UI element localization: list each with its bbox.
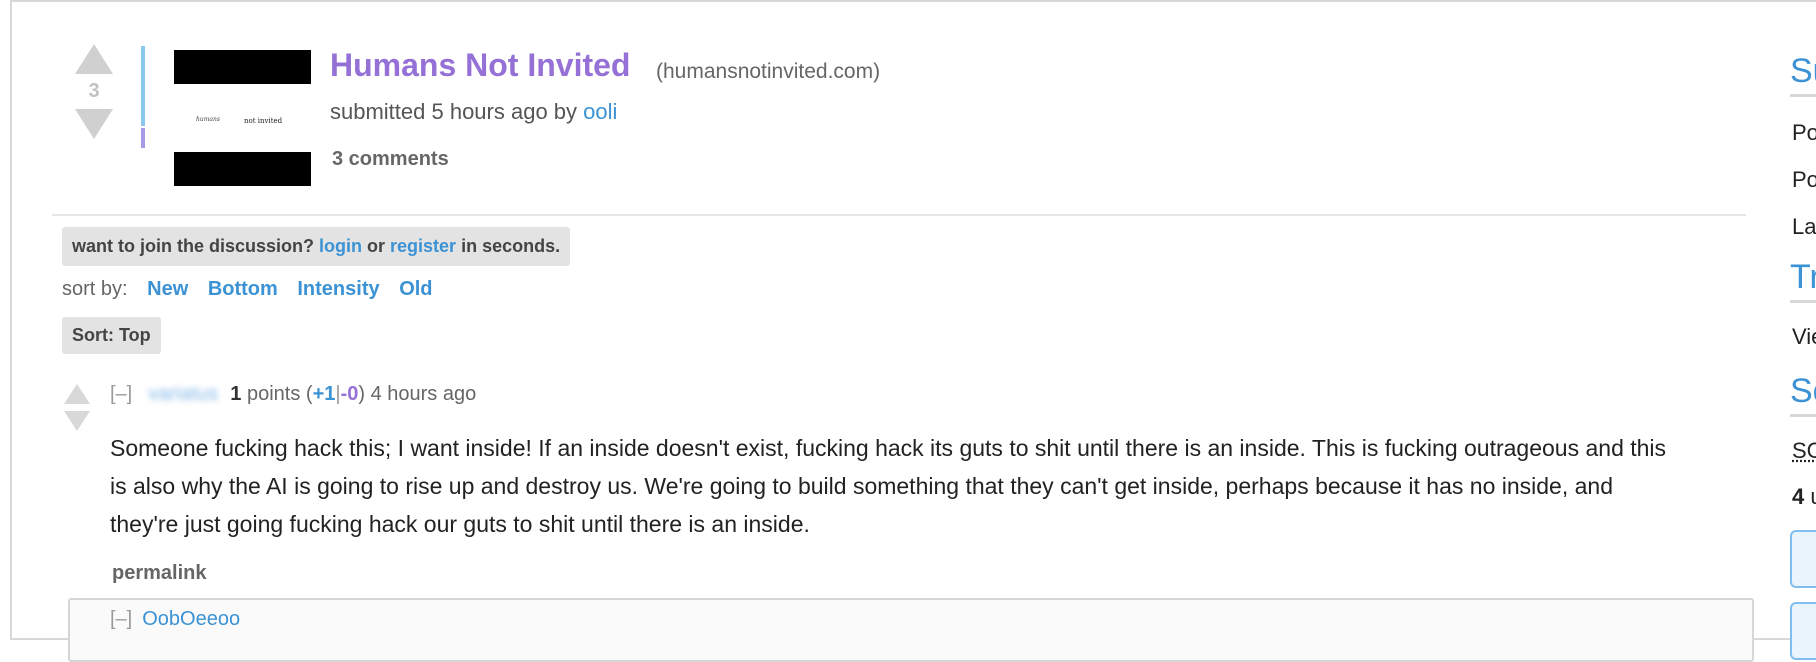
comment-time: ) 4 hours ago bbox=[358, 383, 477, 405]
post-thumbnail[interactable]: humans not invited bbox=[174, 50, 311, 186]
downvote-count: -0 bbox=[340, 383, 359, 405]
register-link[interactable]: register bbox=[390, 236, 456, 256]
join-prefix: want to join the discussion? bbox=[72, 236, 320, 256]
sidebar-heading-1: Su bbox=[1790, 52, 1816, 90]
permalink-link[interactable]: permalink bbox=[112, 562, 206, 585]
join-suffix: in seconds. bbox=[456, 236, 561, 256]
join-discussion-banner: want to join the discussion? login or re… bbox=[62, 227, 571, 266]
sidebar-heading-underline bbox=[1790, 94, 1816, 97]
comment-downvote-icon[interactable] bbox=[64, 411, 90, 431]
post-score: 3 bbox=[88, 80, 100, 102]
sort-by-menu: sort by: New Bottom Intensity Old bbox=[62, 278, 433, 301]
thumbnail-text-not-invited: not invited bbox=[244, 117, 283, 125]
sidebar-heading-2: Tr bbox=[1790, 258, 1816, 296]
child-collapse-toggle[interactable]: [–] bbox=[110, 608, 132, 630]
comment-points: 1 bbox=[230, 383, 242, 405]
sidebar-line-2: Po bbox=[1792, 167, 1816, 192]
post-domain[interactable]: (humansnotinvited.com) bbox=[656, 60, 880, 84]
upvote-icon[interactable] bbox=[75, 44, 113, 74]
post-accent-bar-secondary bbox=[141, 128, 145, 148]
sidebar-line-6: 4 u bbox=[1792, 484, 1816, 510]
sidebar-line-5[interactable]: SC bbox=[1792, 438, 1816, 464]
join-or: or bbox=[362, 236, 391, 256]
collapse-toggle[interactable]: [–] bbox=[110, 383, 132, 405]
thumbnail-image: humans not invited bbox=[174, 84, 311, 152]
comments-link[interactable]: 3 comments bbox=[332, 148, 449, 171]
post-accent-bar bbox=[141, 46, 145, 126]
sidebar-line-4: Vie bbox=[1792, 324, 1816, 349]
sort-option-new[interactable]: New bbox=[147, 278, 188, 300]
sort-option-old[interactable]: Old bbox=[399, 278, 432, 300]
tagline-text: submitted 5 hours ago by bbox=[330, 99, 584, 124]
sidebar-line-3: La bbox=[1792, 214, 1816, 239]
sort-option-intensity[interactable]: Intensity bbox=[297, 278, 379, 300]
comment-header: [–] variatus 1 points (+1|-0) 4 hours ago bbox=[110, 383, 476, 406]
sidebar-heading-3: So bbox=[1790, 372, 1816, 410]
comment-upvote-icon[interactable] bbox=[64, 384, 90, 404]
points-label: points ( bbox=[241, 383, 313, 405]
child-comment-author-link[interactable]: OobOeeoo bbox=[142, 608, 240, 630]
upvote-count: +1 bbox=[312, 383, 336, 405]
child-comment: [–] OobOeeoo bbox=[68, 598, 1754, 662]
thumbnail-letterbox-top bbox=[174, 50, 311, 84]
thumbnail-text-humans: humans bbox=[196, 116, 220, 123]
sidebar-line-1: Po bbox=[1792, 120, 1816, 145]
sort-option-bottom[interactable]: Bottom bbox=[208, 278, 278, 300]
sidebar-count: 4 bbox=[1792, 484, 1805, 509]
post-author-link[interactable]: ooli bbox=[583, 99, 617, 124]
thumbnail-letterbox-bottom bbox=[174, 152, 311, 186]
sidebar-heading-underline bbox=[1790, 300, 1816, 303]
post-title-link[interactable]: Humans Not Invited bbox=[330, 47, 630, 84]
sidebar-count-label: u bbox=[1804, 484, 1816, 509]
sidebar-button-2[interactable] bbox=[1790, 602, 1816, 660]
comment-body: Someone fucking hack this; I want inside… bbox=[110, 435, 1667, 537]
sidebar-heading-underline bbox=[1790, 414, 1816, 417]
comment-author-link[interactable]: variatus bbox=[148, 383, 218, 405]
post-vote: 3 bbox=[74, 44, 114, 139]
login-link[interactable]: login bbox=[319, 236, 362, 256]
downvote-icon[interactable] bbox=[75, 109, 113, 139]
comment-vote bbox=[64, 384, 92, 431]
divider bbox=[52, 214, 1746, 216]
post-tagline: submitted 5 hours ago by ooli bbox=[330, 99, 617, 125]
sort-current-badge[interactable]: Sort: Top bbox=[62, 317, 161, 354]
sort-by-label: sort by: bbox=[62, 278, 128, 300]
sidebar-button[interactable] bbox=[1790, 530, 1816, 588]
